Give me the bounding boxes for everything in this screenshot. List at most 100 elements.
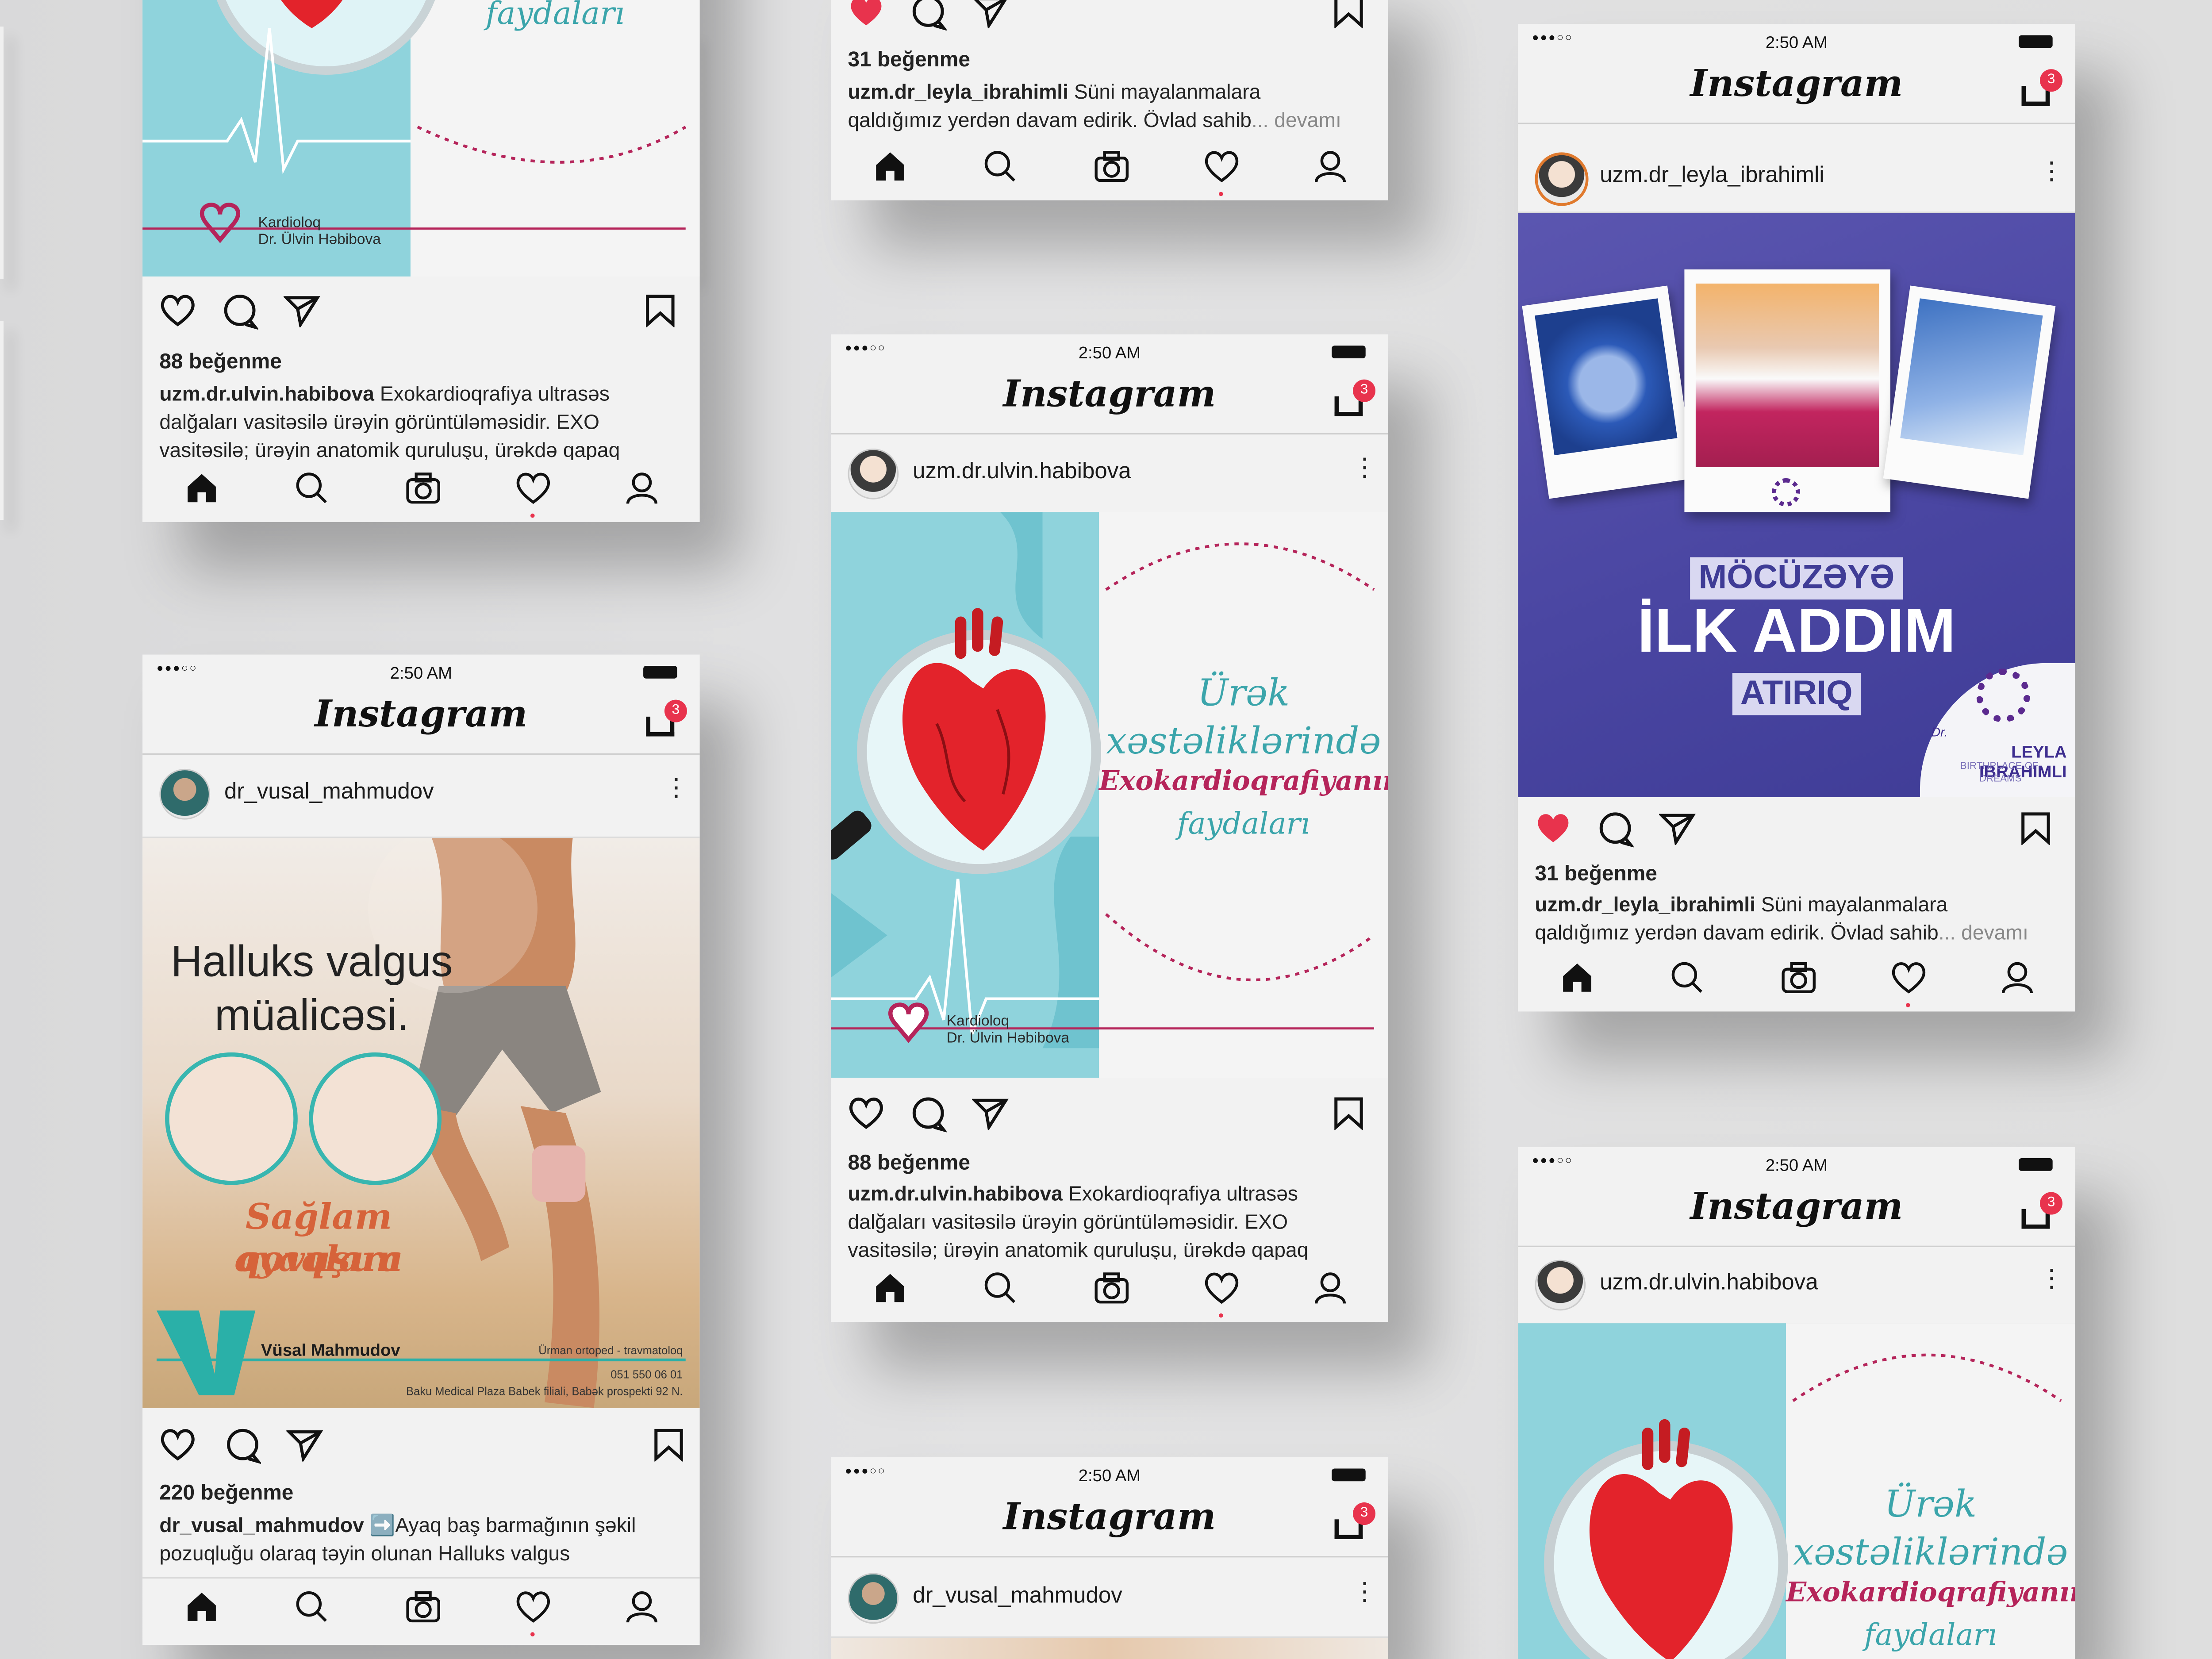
comment-icon[interactable] [1597,811,1634,848]
camera-icon[interactable] [405,1590,442,1624]
action-row [142,1425,700,1476]
profile-icon[interactable] [625,1590,659,1624]
share-icon[interactable] [972,1096,1009,1130]
inbox-icon[interactable]: 3 [2021,1192,2062,1229]
camera-icon[interactable] [1093,1271,1130,1305]
caption-username[interactable]: dr_vusal_mahmudov [159,1515,364,1538]
caption-username[interactable]: uzm.dr_leyla_ibrahimli [848,82,1068,104]
liked-heart-icon[interactable] [848,0,884,28]
profile-icon[interactable] [2001,961,2035,995]
avatar[interactable] [159,768,211,820]
likes-count: 31 beğenme [848,48,970,72]
post-username[interactable]: dr_vusal_mahmudov [224,780,434,805]
avatar[interactable] [848,449,899,499]
inbox-icon[interactable]: 3 [1334,379,1376,416]
poster-word-mocuzeye: MÖCÜZƏYƏ [1690,557,1903,600]
more-options-icon[interactable]: · · · [2047,1256,2056,1301]
caption-username[interactable]: uzm.dr.ulvin.habibova [159,384,374,406]
polaroid-pregnant [1684,269,1890,512]
inbox-icon[interactable]: 3 [1334,1502,1376,1539]
instagram-logo: Instagram [1003,374,1216,416]
foot-photo-before [165,1052,298,1185]
home-icon[interactable] [185,1590,219,1624]
liked-heart-icon[interactable] [1535,811,1571,845]
search-icon[interactable] [1671,961,1705,995]
share-icon[interactable] [972,0,1009,28]
share-icon[interactable] [1659,811,1696,845]
caption-more-link[interactable]: ... devamı [1252,110,1341,133]
activity-heart-icon[interactable] [1890,961,1927,995]
bookmark-icon[interactable] [1333,0,1364,28]
more-options-icon[interactable]: · · · [672,764,681,810]
home-icon[interactable] [873,1271,907,1305]
action-row [831,0,1388,42]
comment-icon[interactable] [910,0,947,31]
post-header: uzm.dr_leyla_ibrahimli · · · [1518,141,2075,213]
inbox-icon[interactable]: 3 [2021,69,2062,106]
instagram-logo: Instagram [315,694,528,737]
comment-icon[interactable] [910,1096,947,1133]
like-heart-icon[interactable] [159,1428,196,1462]
home-icon[interactable] [1560,961,1594,995]
action-row [142,291,700,342]
more-options-icon[interactable]: · · · [2047,148,2056,193]
activity-heart-icon[interactable] [1203,1271,1240,1305]
poster-title-mualicesi: müalicəsi. [214,990,409,1040]
poster-line-xestelikler: xəstəliklərində [1106,721,1381,764]
post-username[interactable]: uzm.dr.ulvin.habibova [913,460,1131,485]
home-icon[interactable] [873,150,907,184]
camera-icon[interactable] [1780,961,1817,995]
status-time: 2:50 AM [1078,342,1141,363]
bookmark-icon[interactable] [645,293,676,327]
caption-username[interactable]: uzm.dr.ulvin.habibova [848,1183,1063,1206]
activity-heart-icon[interactable] [1203,150,1240,184]
post-username[interactable]: uzm.dr_leyla_ibrahimli [1600,164,1824,189]
comment-icon[interactable] [224,1428,261,1464]
profile-icon[interactable] [1313,1271,1348,1305]
more-options-icon[interactable]: · · · [1360,444,1369,489]
search-icon[interactable] [295,1590,329,1624]
heart-illustration [142,0,687,243]
status-bar: ●●●○○ 2:50 AM [1518,24,2075,58]
share-icon[interactable] [283,293,320,327]
like-heart-icon[interactable] [159,293,196,327]
bottom-nav [831,1260,1388,1322]
poster-sign-name: Dr. Ülvin Həbibova [258,231,381,249]
profile-icon[interactable] [625,471,659,505]
app-header: Instagram 3 [1518,1181,2075,1247]
like-heart-icon[interactable] [848,1096,884,1130]
poster-doctor-role: Ürman ortoped - travmatoloq [538,1344,683,1357]
post-username[interactable]: dr_vusal_mahmudov [913,1584,1122,1609]
inbox-icon[interactable]: 3 [646,699,687,737]
caption-more-link[interactable]: ... devamı [1939,922,2028,945]
instagram-logo: Instagram [1003,1497,1216,1539]
avatar[interactable] [1535,1260,1586,1311]
activity-heart-icon[interactable] [515,1590,552,1624]
inbox-badge: 3 [664,699,687,722]
avatar[interactable] [1535,152,1589,206]
post-caption: uzm.dr.ulvin.habibova Exokardioqrafiya u… [848,1183,1309,1263]
camera-icon[interactable] [1093,150,1130,184]
avatar[interactable] [848,1573,899,1624]
profile-icon[interactable] [1313,150,1348,184]
status-time: 2:50 AM [1078,1466,1141,1486]
post-username[interactable]: uzm.dr.ulvin.habibova [1600,1271,1818,1296]
bookmark-icon[interactable] [653,1428,684,1462]
search-icon[interactable] [295,471,329,505]
logo-prefix: Dr. [1931,725,1948,739]
bookmark-icon[interactable] [2020,811,2051,845]
more-options-icon[interactable]: · · · [1360,1569,1369,1614]
camera-icon[interactable] [405,471,442,505]
poster-address: Baku Medical Plaza Babek filiali, Babək … [406,1385,683,1398]
share-icon[interactable] [286,1428,323,1462]
poster-word-atiriq: ATIRIQ [1732,673,1861,715]
bookmark-icon[interactable] [1333,1096,1364,1130]
battery-icon [1332,346,1366,358]
home-icon[interactable] [185,471,219,505]
comment-icon[interactable] [222,293,258,330]
search-icon[interactable] [983,1271,1018,1305]
search-icon[interactable] [983,150,1018,184]
bottom-nav [142,1577,700,1641]
caption-username[interactable]: uzm.dr_leyla_ibrahimli [1535,895,1755,917]
activity-heart-icon[interactable] [515,471,552,505]
